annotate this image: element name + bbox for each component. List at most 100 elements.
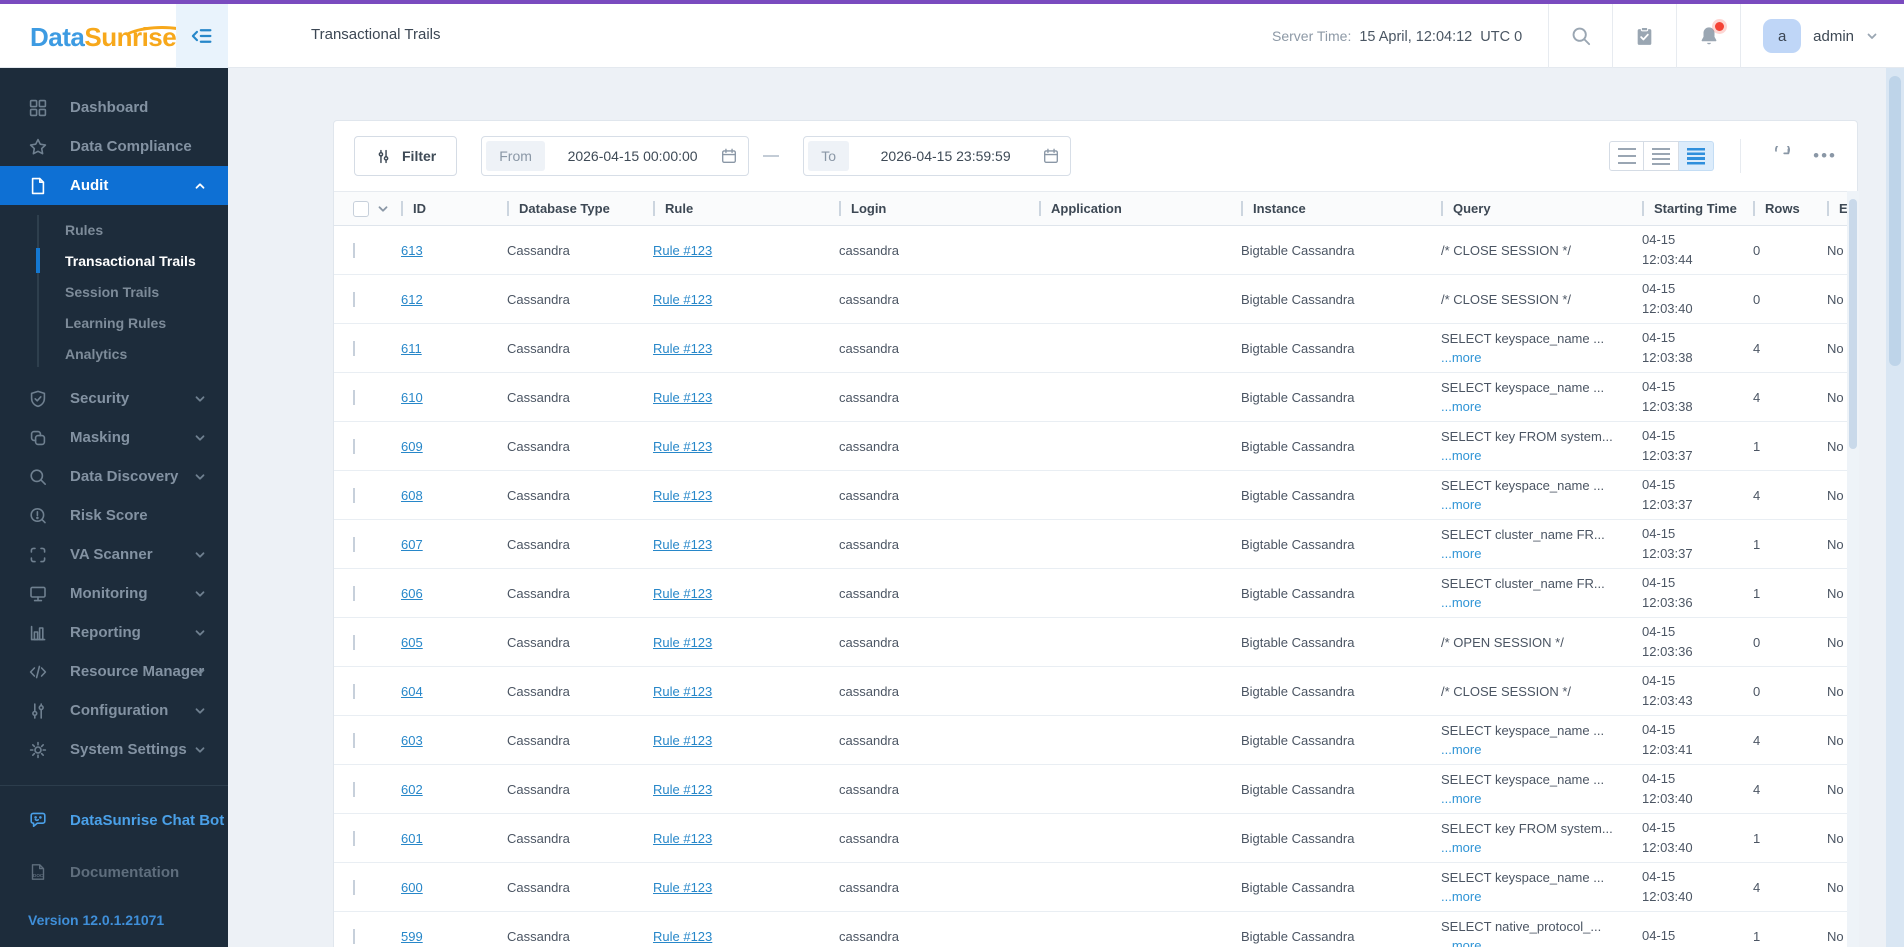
event-id-link[interactable]: 600 bbox=[401, 880, 423, 895]
event-id-link[interactable]: 613 bbox=[401, 243, 423, 258]
column-header-rule[interactable]: Rule bbox=[653, 201, 839, 216]
rule-link[interactable]: Rule #123 bbox=[653, 390, 712, 405]
rule-link[interactable]: Rule #123 bbox=[653, 537, 712, 552]
table-row[interactable]: 610 Cassandra Rule #123 cassandra Bigtable C… bbox=[334, 373, 1847, 422]
rule-link[interactable]: Rule #123 bbox=[653, 782, 712, 797]
rule-link[interactable]: Rule #123 bbox=[653, 488, 712, 503]
column-header-id[interactable]: ID bbox=[401, 201, 507, 216]
table-row[interactable]: 601 Cassandra Rule #123 cassandra Bigtable C… bbox=[334, 814, 1847, 863]
row-checkbox[interactable] bbox=[353, 634, 355, 650]
column-header-database-type[interactable]: Database Type bbox=[507, 201, 653, 216]
density-compact-button[interactable] bbox=[1679, 141, 1715, 171]
event-id-link[interactable]: 609 bbox=[401, 439, 423, 454]
column-header-query[interactable]: Query bbox=[1441, 201, 1642, 216]
table-row[interactable]: 602 Cassandra Rule #123 cassandra Bigtable C… bbox=[334, 765, 1847, 814]
query-more-link[interactable]: ...more bbox=[1441, 350, 1481, 365]
column-header-starting-time[interactable]: Starting Time bbox=[1642, 201, 1753, 216]
rule-link[interactable]: Rule #123 bbox=[653, 439, 712, 454]
row-checkbox[interactable] bbox=[353, 487, 355, 503]
table-row[interactable]: 612 Cassandra Rule #123 cassandra Bigtable C… bbox=[334, 275, 1847, 324]
notifications-button[interactable] bbox=[1677, 4, 1740, 68]
query-more-link[interactable]: ...more bbox=[1441, 840, 1481, 855]
query-more-link[interactable]: ...more bbox=[1441, 889, 1481, 904]
query-more-link[interactable]: ...more bbox=[1441, 742, 1481, 757]
row-checkbox[interactable] bbox=[353, 536, 355, 552]
rule-link[interactable]: Rule #123 bbox=[653, 880, 712, 895]
query-more-link[interactable]: ...more bbox=[1441, 938, 1481, 947]
sidebar-item-audit[interactable]: Audit bbox=[0, 166, 228, 205]
row-checkbox[interactable] bbox=[353, 781, 355, 797]
table-row[interactable]: 600 Cassandra Rule #123 cassandra Bigtable C… bbox=[334, 863, 1847, 912]
sidebar-item-masking[interactable]: Masking bbox=[0, 418, 228, 457]
table-row[interactable]: 607 Cassandra Rule #123 cassandra Bigtable C… bbox=[334, 520, 1847, 569]
row-checkbox[interactable] bbox=[353, 830, 355, 846]
row-checkbox[interactable] bbox=[353, 291, 355, 307]
date-from-field[interactable]: From 2026-04-15 00:00:00 bbox=[481, 136, 750, 176]
rule-link[interactable]: Rule #123 bbox=[653, 929, 712, 944]
table-row[interactable]: 599 Cassandra Rule #123 cassandra Bigtable C… bbox=[334, 912, 1847, 947]
table-row[interactable]: 604 Cassandra Rule #123 cassandra Bigtable C… bbox=[334, 667, 1847, 716]
table-row[interactable]: 611 Cassandra Rule #123 cassandra Bigtable C… bbox=[334, 324, 1847, 373]
event-id-link[interactable]: 610 bbox=[401, 390, 423, 405]
column-header-instance[interactable]: Instance bbox=[1241, 201, 1441, 216]
table-row[interactable]: 608 Cassandra Rule #123 cassandra Bigtable C… bbox=[334, 471, 1847, 520]
row-checkbox[interactable] bbox=[353, 683, 355, 699]
event-id-link[interactable]: 606 bbox=[401, 586, 423, 601]
query-more-link[interactable]: ...more bbox=[1441, 546, 1481, 561]
query-more-link[interactable]: ...more bbox=[1441, 497, 1481, 512]
row-checkbox[interactable] bbox=[353, 242, 355, 258]
row-checkbox[interactable] bbox=[353, 340, 355, 356]
rule-link[interactable]: Rule #123 bbox=[653, 243, 712, 258]
event-id-link[interactable]: 601 bbox=[401, 831, 423, 846]
tasks-button[interactable] bbox=[1613, 4, 1676, 68]
sidebar-item-va-scanner[interactable]: VA Scanner bbox=[0, 535, 228, 574]
row-checkbox[interactable] bbox=[353, 389, 355, 405]
row-checkbox[interactable] bbox=[353, 438, 355, 454]
sidebar-collapse-button[interactable] bbox=[176, 4, 228, 68]
rule-link[interactable]: Rule #123 bbox=[653, 635, 712, 650]
date-to-field[interactable]: To 2026-04-15 23:59:59 bbox=[803, 136, 1072, 176]
column-header-error[interactable]: Error bbox=[1827, 201, 1847, 216]
row-checkbox[interactable] bbox=[353, 585, 355, 601]
table-row[interactable]: 603 Cassandra Rule #123 cassandra Bigtable C… bbox=[334, 716, 1847, 765]
event-id-link[interactable]: 611 bbox=[401, 341, 422, 356]
rule-link[interactable]: Rule #123 bbox=[653, 684, 712, 699]
refresh-button[interactable] bbox=[1765, 141, 1799, 171]
sidebar-item-session-trails[interactable]: Session Trails bbox=[0, 276, 228, 307]
event-id-link[interactable]: 599 bbox=[401, 929, 423, 944]
rule-link[interactable]: Rule #123 bbox=[653, 586, 712, 601]
more-options-button[interactable]: ••• bbox=[1813, 146, 1837, 166]
event-id-link[interactable]: 608 bbox=[401, 488, 423, 503]
event-id-link[interactable]: 612 bbox=[401, 292, 423, 307]
table-scrollbar-thumb[interactable] bbox=[1849, 199, 1857, 449]
column-header-application[interactable]: Application bbox=[1039, 201, 1241, 216]
query-more-link[interactable]: ...more bbox=[1441, 399, 1481, 414]
sidebar-item-reporting[interactable]: Reporting bbox=[0, 613, 228, 652]
sidebar-item-data-compliance[interactable]: Data Compliance bbox=[0, 127, 228, 166]
sidebar-item-configuration[interactable]: Configuration bbox=[0, 691, 228, 730]
query-more-link[interactable]: ...more bbox=[1441, 595, 1481, 610]
row-checkbox[interactable] bbox=[353, 928, 355, 944]
rule-link[interactable]: Rule #123 bbox=[653, 341, 712, 356]
table-row[interactable]: 605 Cassandra Rule #123 cassandra Bigtable C… bbox=[334, 618, 1847, 667]
table-row[interactable]: 606 Cassandra Rule #123 cassandra Bigtable C… bbox=[334, 569, 1847, 618]
density-comfortable-button[interactable] bbox=[1609, 141, 1645, 171]
row-checkbox[interactable] bbox=[353, 879, 355, 895]
user-menu[interactable]: a admin bbox=[1741, 19, 1904, 53]
table-row[interactable]: 613 Cassandra Rule #123 cassandra Bigtable C… bbox=[334, 226, 1847, 275]
datasunrise-logo[interactable]: DataSunrise bbox=[30, 22, 206, 53]
rule-link[interactable]: Rule #123 bbox=[653, 292, 712, 307]
sidebar-item-chat-bot[interactable]: DataSunrise Chat Bot bbox=[0, 800, 228, 840]
sidebar-item-rules[interactable]: Rules bbox=[0, 214, 228, 245]
column-header-rows[interactable]: Rows bbox=[1753, 201, 1827, 216]
selection-dropdown-icon[interactable] bbox=[377, 203, 389, 215]
sidebar-item-data-discovery[interactable]: Data Discovery bbox=[0, 457, 228, 496]
column-header-login[interactable]: Login bbox=[839, 201, 1039, 216]
query-more-link[interactable]: ...more bbox=[1441, 791, 1481, 806]
sidebar-item-transactional-trails[interactable]: Transactional Trails bbox=[0, 245, 228, 276]
rule-link[interactable]: Rule #123 bbox=[653, 733, 712, 748]
sidebar-item-risk-score[interactable]: Risk Score bbox=[0, 496, 228, 535]
select-all-checkbox[interactable] bbox=[353, 200, 369, 217]
page-scrollbar[interactable] bbox=[1886, 68, 1904, 947]
query-more-link[interactable]: ...more bbox=[1441, 448, 1481, 463]
